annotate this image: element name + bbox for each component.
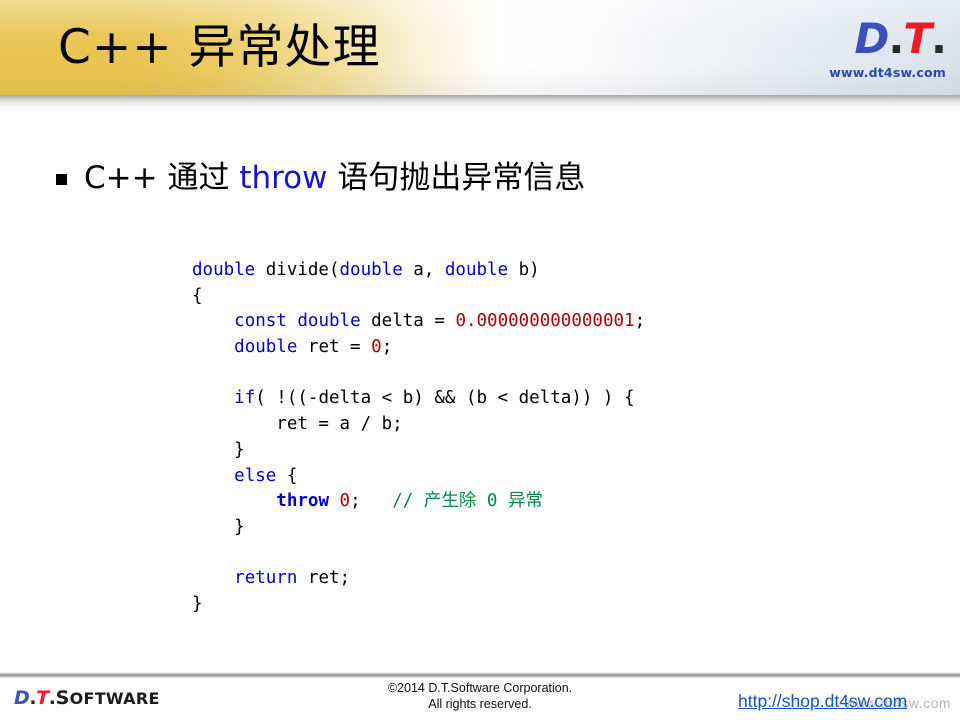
- code-token-plain: ( !((-delta < b) && (b < delta)) ) {: [255, 388, 635, 409]
- square-bullet-icon: [56, 173, 67, 185]
- code-token-kw: double: [192, 260, 256, 280]
- code-token-plain: ;: [350, 491, 393, 512]
- bullet-item-label: C++ 通过 throw 语句抛出异常信息: [84, 158, 585, 198]
- header-logo-url: www.dt4sw.com: [829, 65, 946, 80]
- code-token-plain: {: [192, 285, 203, 306]
- code-token-kw: double: [444, 260, 509, 280]
- code-token-plain: ;: [634, 311, 646, 332]
- logo-letter-d: D: [854, 14, 890, 63]
- code-token-plain: ret;: [297, 568, 351, 589]
- footer-logo-software-cap: S: [55, 687, 70, 709]
- code-block: double divide(double a, double b){ const…: [192, 258, 645, 618]
- code-token-kw: const: [234, 311, 287, 332]
- footer-divider: [0, 672, 960, 679]
- header-brand-logo: D.T. www.dt4sw.com: [796, 14, 947, 81]
- code-token-plain: ret = a / b;: [192, 414, 403, 435]
- bullet-text-part1: C++ 通过: [84, 160, 240, 196]
- code-token-kw: double: [234, 337, 298, 358]
- logo-letter-t: T: [903, 14, 932, 63]
- code-line: double divide(double a, double b): [192, 258, 645, 284]
- footer-copyright: ©2014 D.T.Software Corporation. All righ…: [330, 681, 630, 712]
- code-token-num: 0.000000000000001: [455, 311, 635, 332]
- code-token-plain: delta =: [360, 311, 456, 332]
- code-token-kw: if: [234, 388, 256, 409]
- code-token-plain: }: [192, 593, 203, 614]
- code-line: return ret;: [192, 566, 645, 592]
- copyright-line-1: ©2014 D.T.Software Corporation.: [387, 681, 573, 695]
- code-token-plain: {: [276, 465, 298, 486]
- logo-dot-1: .: [888, 14, 904, 63]
- code-token-plain: ret =: [297, 337, 372, 358]
- code-token-plain: a,: [402, 260, 445, 280]
- footer-logo-letter-d: D: [14, 687, 30, 709]
- bullet-item: C++ 通过 throw 语句抛出异常信息: [56, 158, 585, 198]
- code-token-kw: else: [234, 465, 277, 486]
- footer-brand-logo: D.T.SOFTWARE: [14, 687, 160, 710]
- dt-logo-mark: D.T.: [796, 14, 947, 63]
- code-line: const double delta = 0.000000000000001;: [192, 309, 645, 335]
- code-line: throw 0; // 产生除 0 异常: [192, 489, 645, 515]
- code-line: }: [192, 592, 645, 618]
- code-token-cmt: // 产生除 0 异常: [392, 491, 543, 512]
- code-token-thr: throw: [276, 491, 329, 512]
- code-token-kw: return: [234, 568, 298, 589]
- code-token-num: 0: [339, 491, 351, 512]
- copyright-line-2: All rights reserved.: [428, 696, 532, 711]
- code-line: else {: [192, 464, 645, 490]
- bullet-keyword-throw: throw: [239, 160, 328, 196]
- footer-logo-software-rest: OFTWARE: [69, 689, 160, 708]
- code-line: }: [192, 515, 645, 541]
- shop-url-link[interactable]: http://shop.dt4sw.com: [738, 690, 907, 712]
- code-token-kw: double: [297, 311, 361, 332]
- code-line: {: [192, 284, 645, 310]
- code-token-num: 0: [371, 337, 382, 358]
- code-token-plain: ;: [381, 337, 393, 358]
- code-token-plain: }: [192, 439, 245, 460]
- code-line: if( !((-delta < b) && (b < delta)) ) {: [192, 386, 645, 412]
- code-line: ret = a / b;: [192, 412, 645, 438]
- code-line: double ret = 0;: [192, 335, 645, 361]
- code-line: }: [192, 438, 645, 464]
- code-token-plain: b): [508, 260, 540, 280]
- logo-dot-2: .: [931, 14, 947, 63]
- header-shadow-divider: [0, 95, 960, 114]
- page-title: C++ 异常处理: [58, 20, 381, 75]
- code-token-plain: divide(: [255, 260, 340, 280]
- footer-logo-dot-2: .: [48, 687, 56, 709]
- code-token-kw: double: [339, 260, 403, 280]
- code-token-plain: }: [192, 516, 245, 537]
- footer-logo-letter-t: T: [36, 687, 49, 709]
- bullet-text-part2: 语句抛出异常信息: [327, 160, 586, 196]
